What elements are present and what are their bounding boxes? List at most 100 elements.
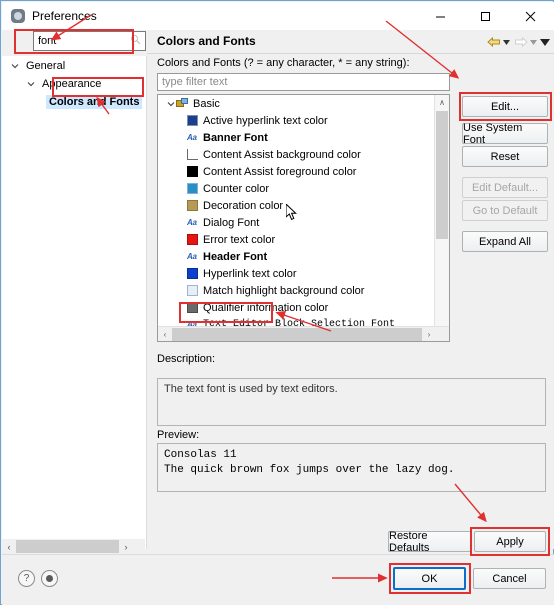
sidebar-item-appearance[interactable]: Appearance <box>2 75 146 93</box>
colors-and-fonts-label: Colors and Fonts (? = any character, * =… <box>157 57 410 69</box>
color-swatch-icon <box>187 183 198 194</box>
lock-icon[interactable] <box>41 570 58 587</box>
apply-button[interactable]: Apply <box>474 531 546 552</box>
edit-default-button-label: Edit Default... <box>471 181 539 194</box>
chevron-down-icon[interactable] <box>165 100 176 108</box>
list-item-error-text-color[interactable]: Error text color <box>158 231 434 248</box>
color-swatch-icon <box>187 302 198 313</box>
scroll-thumb[interactable] <box>172 327 422 341</box>
list-vertical-scrollbar[interactable]: ∧ ∨ <box>434 95 449 341</box>
list-item-header-font[interactable]: Aa Header Font <box>158 248 434 265</box>
list-item-label: Content Assist foreground color <box>203 165 357 178</box>
magnifier-icon <box>130 34 141 48</box>
preview-line-1: Consolas 11 <box>164 449 237 461</box>
list-item-label: Banner Font <box>203 131 268 144</box>
close-icon[interactable] <box>508 2 553 30</box>
go-to-default-button-label: Go to Default <box>472 204 538 217</box>
color-swatch-icon <box>187 234 198 245</box>
sidebar-item-general[interactable]: General <box>2 57 146 75</box>
search-input[interactable] <box>33 31 146 51</box>
color-swatch-icon <box>187 285 198 296</box>
list-item-content-assist-foreground-color[interactable]: Content Assist foreground color <box>158 163 434 180</box>
forward-arrow-icon <box>514 36 528 48</box>
ok-label: OK <box>421 572 438 585</box>
list-item-label: Counter color <box>203 182 270 195</box>
edit-button[interactable]: Edit... <box>462 96 548 117</box>
back-arrow-icon[interactable] <box>487 36 501 48</box>
color-swatch-icon <box>187 115 198 126</box>
list-item-label: Match highlight background color <box>203 284 365 297</box>
scroll-right-icon[interactable]: › <box>422 330 436 339</box>
chevron-down-icon[interactable] <box>26 79 36 89</box>
chevron-down-icon[interactable] <box>10 61 20 71</box>
chevron-down-icon[interactable] <box>501 35 512 49</box>
filter-text-input[interactable]: type filter text <box>157 73 450 91</box>
sidebar-item-label: Colors and Fonts <box>46 95 143 109</box>
ok-button[interactable]: OK <box>393 567 466 590</box>
preferences-tree-pane: General Appearance Colors and Fonts <box>2 56 147 549</box>
list-item-label: Active hyperlink text color <box>203 114 328 127</box>
restore-defaults-button[interactable]: Restore Defaults <box>388 529 471 554</box>
list-item-label: Dialog Font <box>203 216 260 229</box>
scroll-thumb[interactable] <box>16 540 119 553</box>
list-item-active-hyperlink-text-color[interactable]: Active hyperlink text color <box>158 112 434 129</box>
colors-and-fonts-tree[interactable]: Basic Active hyperlink text color Aa Ban… <box>157 94 450 342</box>
edit-button-label: Edit... <box>490 100 520 113</box>
edit-default-button: Edit Default... <box>462 177 548 198</box>
list-item-match-highlight-background-color[interactable]: Match highlight background color <box>158 282 434 299</box>
expand-all-button[interactable]: Expand All <box>462 231 548 252</box>
preferences-dialog: Preferences General <box>0 0 554 605</box>
sidebar-item-colors-and-fonts[interactable]: Colors and Fonts <box>2 93 146 111</box>
window-title: Preferences <box>32 9 97 23</box>
page-toolbar <box>485 32 550 52</box>
minimize-icon[interactable] <box>418 2 463 30</box>
color-swatch-icon <box>187 268 198 279</box>
scroll-up-icon[interactable]: ∧ <box>435 95 449 110</box>
scroll-left-icon[interactable]: ‹ <box>158 330 172 339</box>
scroll-left-icon[interactable]: ‹ <box>2 539 16 554</box>
reset-button[interactable]: Reset <box>462 146 548 167</box>
list-horizontal-scrollbar[interactable]: ‹ › <box>158 326 449 341</box>
scroll-right-icon[interactable]: › <box>119 539 133 554</box>
cancel-label: Cancel <box>492 572 527 585</box>
list-item-banner-font[interactable]: Aa Banner Font <box>158 129 434 146</box>
color-swatch-icon <box>187 200 198 211</box>
list-item-label: Decoration color <box>203 199 284 212</box>
maximize-icon[interactable] <box>463 2 508 30</box>
list-item-basic[interactable]: Basic <box>158 95 434 112</box>
description-label: Description: <box>157 353 216 365</box>
preferences-icon <box>10 8 26 24</box>
chevron-down-icon[interactable] <box>528 35 539 49</box>
preview-line-2: The quick brown fox jumps over the lazy … <box>164 464 455 476</box>
aa-font-icon: Aa <box>187 218 197 227</box>
sidebar-item-label: Appearance <box>42 78 102 90</box>
list-item-label: Hyperlink text color <box>203 267 297 280</box>
window-controls <box>418 2 553 30</box>
sidebar-item-label: General <box>26 60 66 72</box>
reset-button-label: Reset <box>490 150 520 163</box>
tree-horizontal-scrollbar[interactable]: ‹ › <box>2 539 145 554</box>
restore-defaults-label: Restore Defaults <box>389 529 430 554</box>
help-icon[interactable]: ? <box>18 570 35 587</box>
list-item-label: Error text color <box>203 233 276 246</box>
search-input-field[interactable] <box>38 35 126 47</box>
list-item-counter-color[interactable]: Counter color <box>158 180 434 197</box>
list-item-label: Content Assist background color <box>203 148 361 161</box>
expand-all-button-label: Expand All <box>479 235 531 248</box>
dialog-footer <box>2 554 554 605</box>
cancel-button[interactable]: Cancel <box>473 568 546 589</box>
mouse-cursor <box>286 204 297 221</box>
list-item-qualifier-information-color[interactable]: Qualifier information color <box>158 299 434 316</box>
scroll-thumb[interactable] <box>436 111 448 239</box>
list-item-label: Header Font <box>203 250 268 263</box>
go-to-default-button: Go to Default <box>462 200 548 221</box>
aa-font-icon: Aa <box>187 252 197 261</box>
list-item-label: Qualifier information color <box>203 301 329 314</box>
preferences-tree: General Appearance Colors and Fonts <box>2 56 146 111</box>
view-menu-icon[interactable] <box>539 35 550 49</box>
folder-category-icon <box>176 98 189 109</box>
title-bar: Preferences <box>2 2 554 30</box>
use-system-font-button[interactable]: Use System Font <box>462 122 548 146</box>
list-item-content-assist-background-color[interactable]: Content Assist background color <box>158 146 434 163</box>
list-item-hyperlink-text-color[interactable]: Hyperlink text color <box>158 265 434 282</box>
